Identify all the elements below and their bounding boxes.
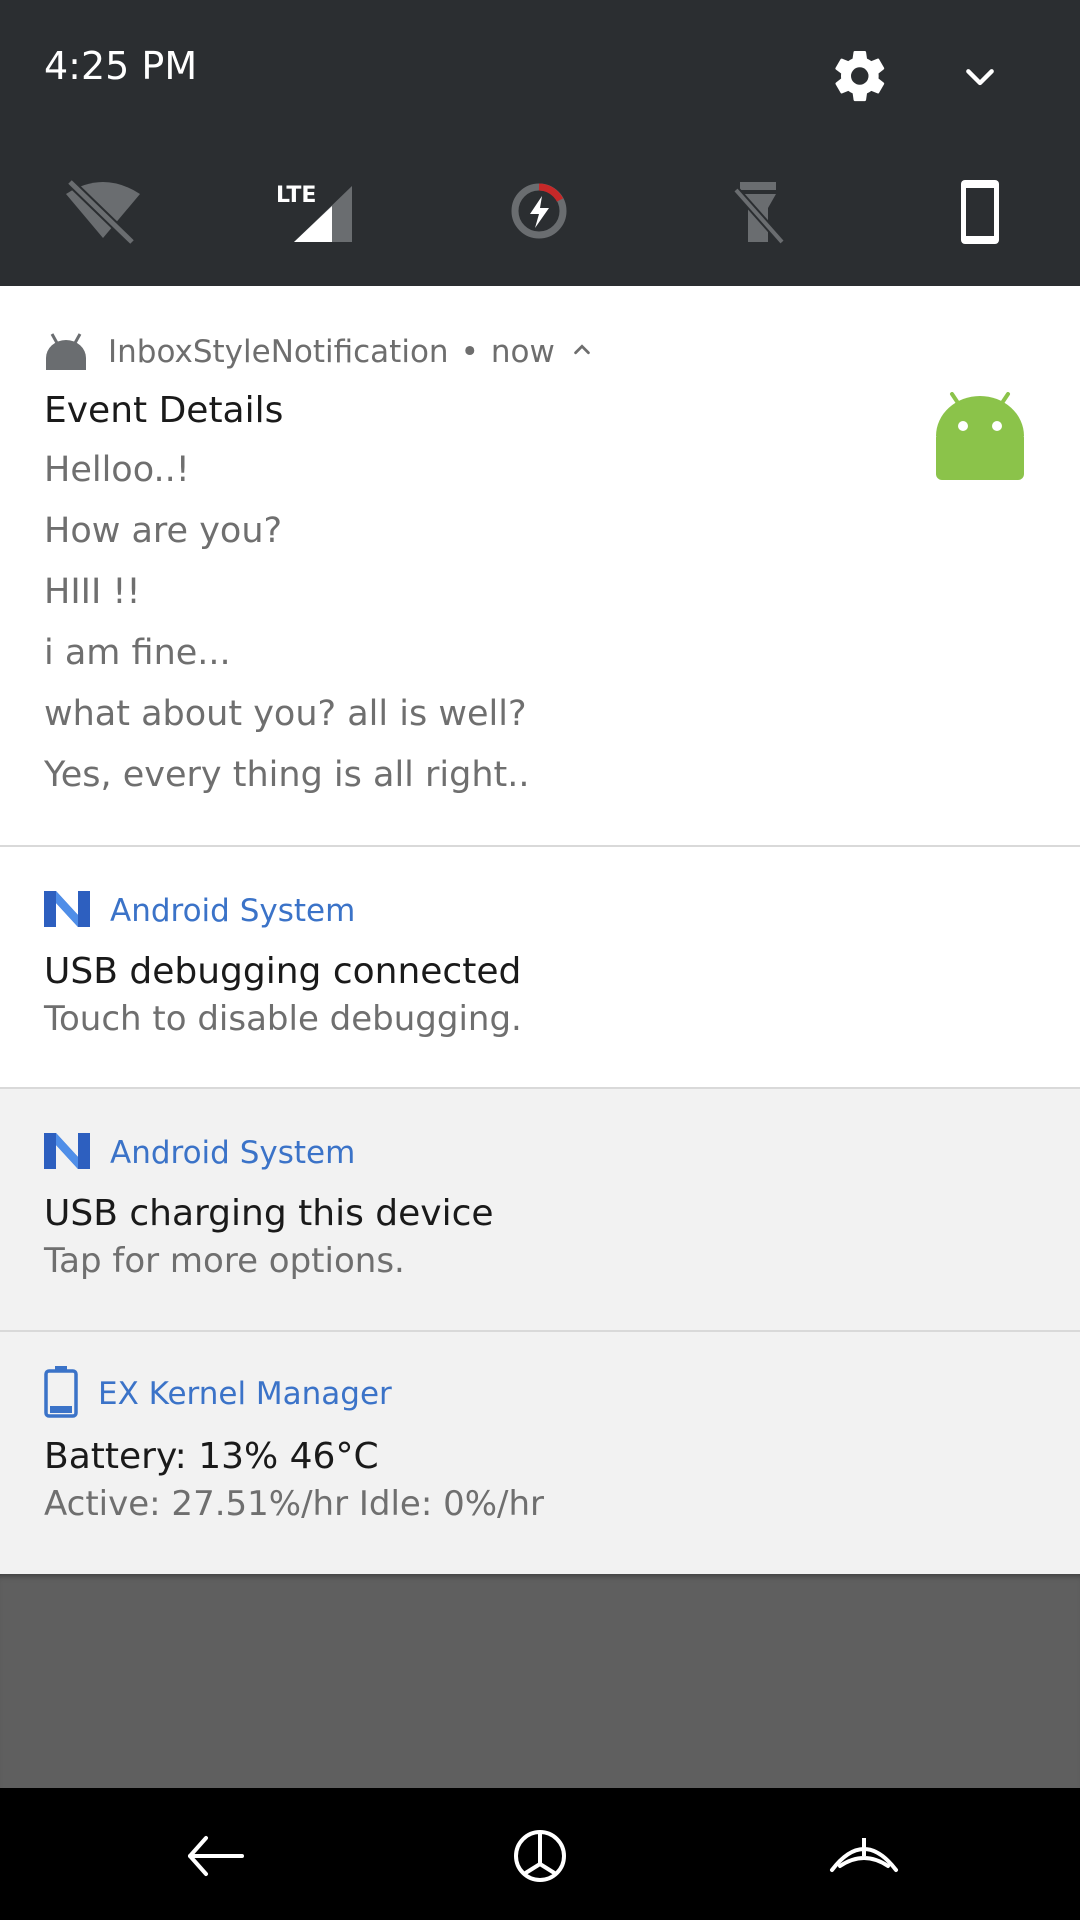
android-large-icon bbox=[934, 392, 1026, 484]
notification-title: USB charging this device bbox=[44, 1193, 494, 1234]
app-name: Android System bbox=[110, 1135, 356, 1171]
notification-title: Battery: 13% 46°C bbox=[44, 1436, 379, 1477]
notification-shade-header: 4:25 PM LTE bbox=[0, 0, 1080, 286]
inbox-line: Yes, every thing is all right.. bbox=[44, 755, 530, 795]
home-icon[interactable] bbox=[500, 1816, 580, 1896]
notification-header: Android System bbox=[44, 889, 355, 933]
collapse-chevron-icon[interactable] bbox=[960, 58, 1000, 98]
notification-text: Tap for more options. bbox=[44, 1241, 405, 1281]
inbox-line: HIII !! bbox=[44, 572, 141, 612]
notification-ex-kernel-manager[interactable]: EX Kernel Manager Battery: 13% 46°C Acti… bbox=[0, 1332, 1080, 1574]
android-n-logo-icon bbox=[44, 891, 90, 931]
settings-gear-icon[interactable] bbox=[830, 46, 890, 106]
notification-usb-charging[interactable]: Android System USB charging this device … bbox=[0, 1089, 1080, 1330]
notification-text: Active: 27.51%/hr Idle: 0%/hr bbox=[44, 1484, 545, 1524]
notification-title: USB debugging connected bbox=[44, 951, 522, 992]
notification-header: InboxStyleNotification • now bbox=[44, 330, 593, 374]
app-name: Android System bbox=[110, 893, 356, 929]
notification-header: EX Kernel Manager bbox=[44, 1366, 392, 1418]
inbox-line: i am fine... bbox=[44, 633, 231, 673]
notification-time: now bbox=[490, 334, 555, 370]
notification-inbox-style[interactable]: InboxStyleNotification • now Event Detai… bbox=[0, 286, 1080, 846]
separator-dot: • bbox=[460, 334, 479, 370]
notification-title: Event Details bbox=[44, 390, 284, 431]
shade-scrim[interactable] bbox=[0, 1574, 1080, 1788]
flashlight-off-icon[interactable] bbox=[714, 176, 804, 246]
back-icon[interactable] bbox=[176, 1816, 256, 1896]
navigation-bar bbox=[0, 1788, 1080, 1920]
inbox-line: what about you? all is well? bbox=[44, 694, 527, 734]
wifi-off-icon[interactable] bbox=[58, 176, 148, 246]
app-name: EX Kernel Manager bbox=[98, 1376, 392, 1412]
inbox-line: How are you? bbox=[44, 511, 283, 551]
inbox-line: Helloo..! bbox=[44, 450, 190, 490]
battery-icon bbox=[44, 1366, 78, 1422]
android-app-icon bbox=[44, 330, 88, 374]
lte-label: LTE bbox=[276, 183, 316, 208]
notification-text: Touch to disable debugging. bbox=[44, 999, 522, 1039]
notification-usb-debugging[interactable]: Android System USB debugging connected T… bbox=[0, 847, 1080, 1087]
app-name: InboxStyleNotification bbox=[108, 334, 449, 370]
android-n-logo-icon bbox=[44, 1133, 90, 1173]
phone-orientation-icon[interactable] bbox=[935, 176, 1025, 246]
recents-icon[interactable] bbox=[824, 1816, 904, 1896]
status-time: 4:25 PM bbox=[44, 44, 198, 88]
notification-header: Android System bbox=[44, 1131, 355, 1175]
lte-signal-icon[interactable]: LTE bbox=[270, 180, 360, 250]
battery-saver-icon[interactable] bbox=[494, 176, 584, 246]
expand-less-icon[interactable] bbox=[571, 339, 593, 365]
